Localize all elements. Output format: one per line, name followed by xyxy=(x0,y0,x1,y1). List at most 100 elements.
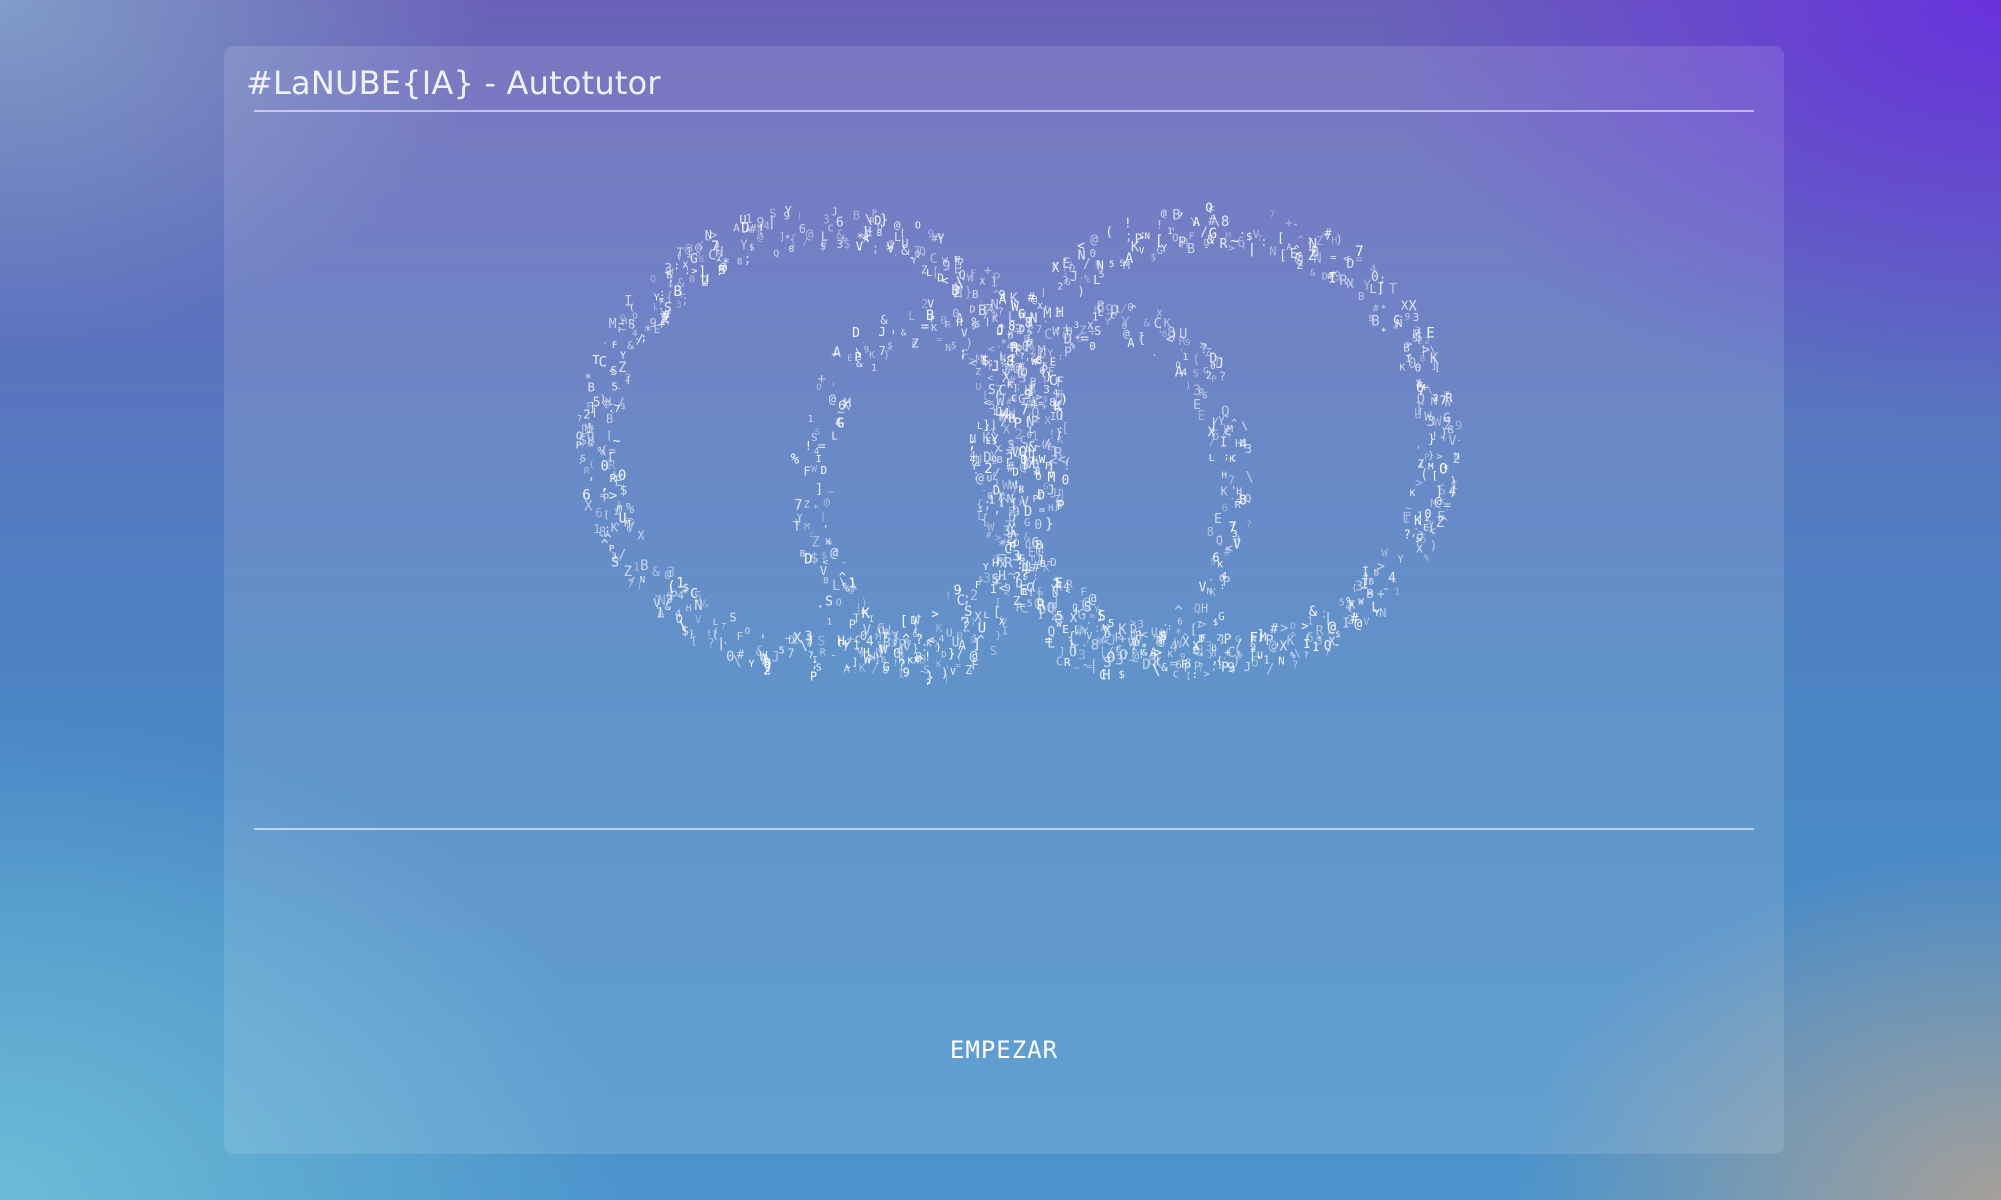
ascii-glyph: 9 xyxy=(1405,312,1410,322)
ascii-glyph: \ xyxy=(1245,470,1253,486)
ascii-glyph: S xyxy=(1193,369,1199,380)
ascii-glyph: D xyxy=(1130,622,1137,636)
ascii-glyph: N xyxy=(1346,276,1353,290)
ascii-glyph: ] xyxy=(1430,357,1438,373)
ascii-glyph: 3 xyxy=(667,565,675,581)
ascii-glyph: > xyxy=(609,488,617,504)
start-button[interactable]: EMPEZAR xyxy=(904,1026,1104,1074)
ascii-glyph: 6 xyxy=(881,656,886,666)
ascii-glyph: 2 xyxy=(666,592,673,605)
ascii-glyph: K xyxy=(1229,455,1235,465)
ascii-glyph: / xyxy=(1200,225,1207,239)
ascii-glyph: ! xyxy=(1063,458,1071,474)
ascii-glyph: < xyxy=(628,576,634,586)
ascii-glyph: O xyxy=(836,598,842,609)
app-title: #LaNUBE{IA} - Autotutor xyxy=(246,64,661,102)
ascii-glyph: { xyxy=(601,444,608,457)
ascii-glyph: R xyxy=(1178,334,1186,348)
ascii-glyph: Y xyxy=(748,659,754,670)
ascii-glyph: > xyxy=(1228,241,1235,254)
ascii-glyph: R xyxy=(1220,237,1228,252)
ascii-glyph: M xyxy=(1019,499,1025,509)
ascii-glyph: 7 xyxy=(1269,210,1274,220)
ascii-glyph: O xyxy=(1172,231,1179,244)
ascii-glyph: E xyxy=(1214,512,1222,527)
ascii-glyph: 2 xyxy=(1216,634,1221,644)
ascii-glyph: B xyxy=(606,412,613,426)
ascii-glyph: Q xyxy=(1245,492,1252,505)
ascii-glyph: K xyxy=(626,524,632,534)
ascii-glyph: 3 xyxy=(890,639,896,650)
ascii-glyph: ; xyxy=(872,242,879,256)
ascii-glyph: | xyxy=(1248,242,1256,257)
ascii-glyph: 6 xyxy=(1212,550,1219,564)
ascii-glyph: U xyxy=(1028,448,1035,461)
ascii-glyph: - xyxy=(1215,529,1223,544)
ascii-glyph: $ xyxy=(1246,230,1253,243)
ascii-glyph: C xyxy=(915,655,920,665)
ascii-glyph: N xyxy=(945,343,951,354)
ascii-glyph: ( xyxy=(1040,438,1047,451)
ascii-glyph: \ xyxy=(850,576,858,592)
ascii-glyph: : xyxy=(1031,463,1038,476)
main-panel: #LaNUBE{IA} - Autotutor ] * @ + S 1 Y O 8 F Y B S 5 B S… xyxy=(224,46,1784,1154)
ascii-glyph: L xyxy=(1047,637,1055,652)
ascii-glyph: K xyxy=(931,323,937,334)
ascii-glyph: D xyxy=(1346,257,1354,272)
ascii-glyph: @ xyxy=(757,231,764,244)
ascii-glyph: . xyxy=(1014,528,1020,539)
ascii-glyph: E xyxy=(1198,409,1206,424)
ascii-glyph: U xyxy=(739,213,746,227)
ascii-glyph: & xyxy=(1024,530,1031,543)
ascii-glyph: ] xyxy=(779,230,786,243)
ascii-glyph: P xyxy=(849,617,856,631)
ascii-glyph: K xyxy=(1168,650,1174,660)
ascii-glyph: W xyxy=(1381,546,1388,559)
ascii-glyph: [ xyxy=(932,265,940,280)
ascii-glyph: & xyxy=(1037,585,1044,598)
ascii-glyph: . xyxy=(816,597,824,612)
ascii-glyph: X xyxy=(1002,370,1011,386)
ascii-glyph: R xyxy=(1016,600,1024,614)
ascii-glyph: $ xyxy=(1368,314,1373,324)
ascii-glyph: 4 xyxy=(938,634,944,645)
ascii-glyph: L xyxy=(1371,601,1379,616)
ascii-glyph: W xyxy=(1444,395,1452,409)
ascii-glyph: B xyxy=(1187,242,1195,257)
ascii-glyph: , xyxy=(993,502,1001,517)
ascii-glyph: 0 xyxy=(618,468,626,484)
ascii-glyph: } xyxy=(998,615,1004,626)
ascii-glyph: ; xyxy=(1241,241,1246,251)
ascii-glyph: * xyxy=(584,372,592,387)
ascii-glyph: 6 xyxy=(1221,501,1228,514)
ascii-glyph: H xyxy=(1201,601,1208,615)
ascii-glyph: F xyxy=(736,630,743,643)
ascii-glyph: 1 xyxy=(807,414,813,425)
ascii-glyph: % xyxy=(1237,649,1243,660)
ascii-glyph: ! xyxy=(893,658,899,669)
ascii-glyph: C xyxy=(930,252,938,267)
ascii-glyph: ( xyxy=(1208,232,1215,246)
ascii-glyph: X xyxy=(1052,261,1060,276)
ascii-glyph: ) xyxy=(1055,427,1063,442)
ascii-glyph: P xyxy=(1224,633,1232,648)
ascii-glyph: B xyxy=(1172,208,1180,224)
ascii-glyph: J xyxy=(771,649,779,665)
ascii-glyph: G xyxy=(1203,366,1208,376)
ascii-glyph: R xyxy=(584,466,591,477)
ascii-glyph: F xyxy=(961,348,969,363)
ascii-glyph: K xyxy=(1054,400,1062,415)
ascii-glyph: { xyxy=(1040,365,1045,375)
ascii-glyph: G xyxy=(1218,610,1225,623)
ascii-glyph: - xyxy=(614,380,622,396)
ascii-glyph: 3 xyxy=(1245,442,1252,456)
ascii-glyph: F xyxy=(975,580,981,591)
ascii-glyph: ' xyxy=(1024,356,1031,369)
ascii-glyph: ? xyxy=(658,298,663,308)
ascii-glyph: / xyxy=(1235,636,1242,650)
ascii-glyph: Q xyxy=(1046,600,1054,616)
ascii-glyph: X xyxy=(637,528,645,542)
ascii-glyph: \ xyxy=(733,654,741,670)
ascii-glyph: > xyxy=(1377,560,1385,575)
ascii-glyph: J xyxy=(1070,270,1078,285)
